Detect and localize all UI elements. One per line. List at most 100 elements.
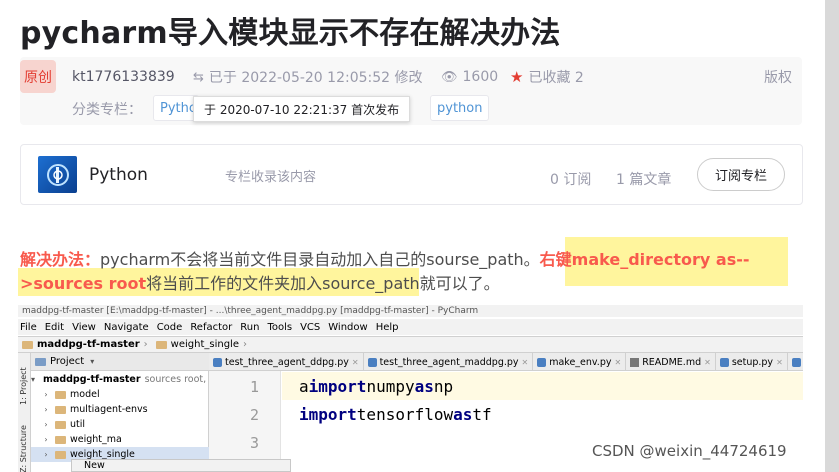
code-module: numpy <box>366 376 415 396</box>
tree-item-label: util <box>70 419 86 430</box>
menu-tools[interactable]: Tools <box>267 322 292 333</box>
tree-item[interactable]: ▾ maddpg-tf-master sources root, E:\ <box>31 372 222 387</box>
menu-navigate[interactable]: Navigate <box>104 322 149 333</box>
breadcrumb-folder[interactable]: weight_single <box>171 339 239 350</box>
tree-item-label: maddpg-tf-master <box>43 374 141 385</box>
chevron-down-icon[interactable]: ▾ <box>90 357 94 366</box>
column-description: 专栏收录该内容 <box>225 170 317 185</box>
close-icon[interactable]: ✕ <box>614 358 621 367</box>
chevron-down-icon: ▾ <box>31 375 36 384</box>
tree-item-label: multiagent-envs <box>70 404 148 415</box>
article-tag[interactable]: python <box>430 95 490 121</box>
chevron-right-icon: › <box>44 450 48 459</box>
favorite-button[interactable]: ★ 已收藏 2 <box>510 68 584 86</box>
python-file-icon <box>537 357 547 367</box>
category-label: 分类专栏： <box>72 102 142 118</box>
side-tab-structure[interactable]: Z: Structure <box>19 423 30 472</box>
editor-tab[interactable]: make_env.py ✕ <box>533 353 627 371</box>
menu-run[interactable]: Run <box>240 322 259 333</box>
project-icon <box>35 357 46 366</box>
author-link[interactable]: kt1776133839 <box>72 68 175 86</box>
chevron-right-icon: › <box>44 390 48 399</box>
tree-item[interactable]: › multiagent-envs <box>31 402 209 417</box>
code-module: tensorflow <box>356 404 454 424</box>
solution-text: pycharm不会将当前文件目录自动加入自己的sourse_path。 <box>100 250 540 269</box>
view-count: 👁 1600 <box>441 68 498 86</box>
code-line-2: import tensorflow as tf <box>282 400 803 428</box>
content-paragraph-line-2: >sources root将当前工作的文件夹加入source_path就可以了。 <box>20 270 500 294</box>
folder-icon <box>55 420 66 429</box>
close-icon[interactable]: ✕ <box>704 358 711 367</box>
project-label[interactable]: Project <box>50 356 84 367</box>
python-file-icon <box>791 357 801 367</box>
folder-icon <box>22 340 33 349</box>
menu-view[interactable]: View <box>72 322 96 333</box>
star-icon: ★ <box>510 68 524 86</box>
code-prefix: a <box>299 376 309 396</box>
tree-item[interactable]: › util <box>31 417 209 432</box>
project-tree: ▾ maddpg-tf-master sources root, E:\ › mo… <box>31 371 222 472</box>
editor-tab[interactable]: test_three_agent_maddpg.py ✕ <box>364 353 534 371</box>
folder-icon <box>55 435 66 444</box>
column-name[interactable]: Python <box>89 165 148 185</box>
breadcrumb-separator: › <box>143 339 148 350</box>
tree-item-label: model <box>70 389 100 400</box>
menu-edit[interactable]: Edit <box>45 322 64 333</box>
window-edge-strip <box>825 0 839 472</box>
highlight-instruction-1: 右键make_directory as-- <box>539 250 750 269</box>
menu-help[interactable]: Help <box>376 322 399 333</box>
solution-label: 解决办法： <box>20 250 101 269</box>
editor-tab[interactable]: test_three_agent_ddpg.py ✕ <box>209 353 364 371</box>
line-number-gutter: 1 2 3 <box>209 371 281 472</box>
menu-code[interactable]: Code <box>157 322 183 333</box>
copyright-link[interactable]: 版权 <box>764 68 792 86</box>
column-logo[interactable] <box>38 156 77 193</box>
folder-icon <box>155 340 167 349</box>
chevron-right-icon: › <box>44 420 48 429</box>
tree-item[interactable]: › model <box>31 387 209 402</box>
python-file-icon <box>719 357 729 367</box>
editor-tab[interactable]: setup.py ✕ <box>716 353 788 371</box>
code-line-1: a import numpy as np <box>282 372 803 400</box>
modified-time: ⇆ 已于 2022-05-20 12:05:52 修改 <box>193 68 423 87</box>
line-number: 3 <box>249 434 259 452</box>
folder-icon <box>55 450 66 459</box>
column-subscribers: 0 订阅 <box>550 172 592 188</box>
editor-tab[interactable]: _i <box>788 353 803 371</box>
menu-file[interactable]: File <box>20 322 37 333</box>
editor-tabs: test_three_agent_ddpg.py ✕ test_three_age… <box>209 353 803 371</box>
close-icon[interactable]: ✕ <box>352 358 359 367</box>
menu-vcs[interactable]: VCS <box>300 322 320 333</box>
menu-refactor[interactable]: Refactor <box>190 322 232 333</box>
editor-tab[interactable]: README.md ✕ <box>626 353 716 371</box>
breadcrumb-root[interactable]: maddpg-tf-master <box>37 339 140 350</box>
edit-icon: ⇆ <box>193 69 204 85</box>
eye-icon: 👁 <box>441 69 458 85</box>
context-menu-new[interactable]: New <box>71 459 291 472</box>
favorite-text: 已收藏 2 <box>528 70 584 86</box>
breadcrumb-separator: › <box>243 339 247 350</box>
article-title: pycharm导入模块显示不存在解决办法 <box>20 16 561 51</box>
line-number: 2 <box>249 406 259 424</box>
menu-window[interactable]: Window <box>328 322 367 333</box>
original-badge: 原创 <box>20 60 56 93</box>
close-icon[interactable]: ✕ <box>776 358 783 367</box>
subscribe-column-button[interactable]: 订阅专栏 <box>697 158 785 191</box>
close-icon[interactable]: ✕ <box>522 358 529 367</box>
view-count-value: 1600 <box>462 69 499 85</box>
editor-tab-label: test_three_agent_ddpg.py <box>225 356 349 368</box>
code-alias: tf <box>472 404 492 424</box>
code-keyword: as <box>453 404 473 424</box>
editor-tab-label: test_three_agent_maddpg.py <box>379 356 519 368</box>
folder-icon <box>55 390 66 399</box>
ide-side-toolbar: 1: Project Z: Structure <box>18 353 31 472</box>
side-tab-project[interactable]: 1: Project <box>19 355 30 405</box>
column-logo-icon <box>46 163 69 186</box>
line-number: 1 <box>249 378 259 396</box>
python-file-icon <box>367 357 377 367</box>
code-alias: np <box>433 376 454 396</box>
csdn-watermark: CSDN @weixin_44724619 <box>592 442 787 460</box>
modified-text: 已于 2022-05-20 12:05:52 修改 <box>208 70 423 86</box>
tree-item[interactable]: › weight_ma <box>31 432 209 447</box>
content-paragraph-line-1: 解决办法：pycharm不会将当前文件目录自动加入自己的sourse_path。… <box>20 246 750 270</box>
